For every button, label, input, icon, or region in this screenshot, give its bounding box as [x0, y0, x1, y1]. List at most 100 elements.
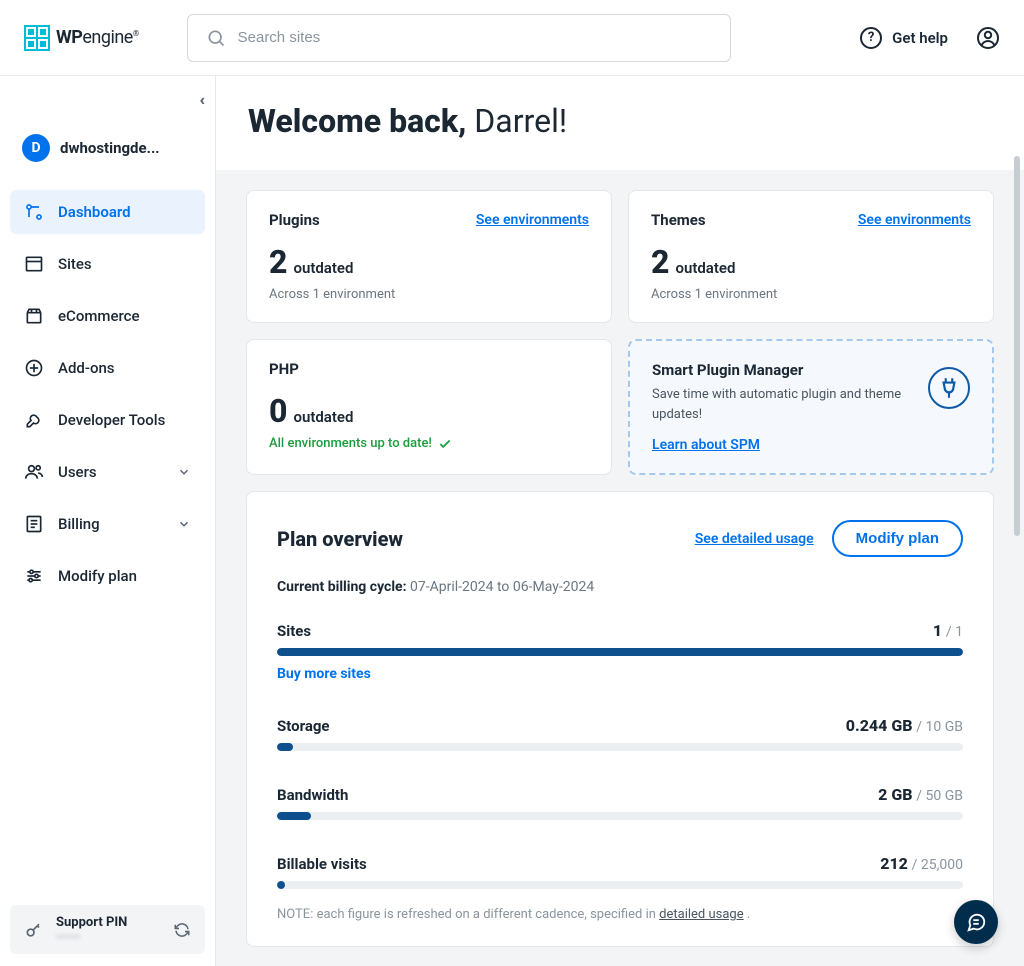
usage-row-visits: Billable visits 212 / 25,000 [277, 854, 963, 889]
logo[interactable]: WPengine® [24, 25, 139, 51]
usage-label: Storage [277, 717, 330, 735]
help-icon: ? [860, 27, 882, 49]
usage-row-bandwidth: Bandwidth 2 GB / 50 GB [277, 785, 963, 820]
key-icon [24, 920, 44, 940]
usage-label: Bandwidth [277, 786, 348, 804]
usage-row-storage: Storage 0.244 GB / 10 GB [277, 716, 963, 751]
metric-count: 0 [269, 392, 287, 430]
usage-note: NOTE: each figure is refreshed on a diff… [277, 907, 963, 922]
sidebar-item-label: Modify plan [58, 567, 137, 585]
modify-plan-button[interactable]: Modify plan [832, 520, 963, 557]
sidebar-item-label: Add-ons [58, 359, 115, 377]
detailed-usage-inline-link[interactable]: detailed usage [659, 907, 743, 922]
metric-sub: All environments up to date! [269, 436, 589, 451]
usage-value: 2 GB / 50 GB [878, 785, 963, 804]
logo-mark-icon [24, 25, 50, 51]
page-title: Welcome back, Darrel! [248, 102, 992, 140]
card-title: Themes [651, 211, 706, 229]
plugin-icon [928, 367, 970, 409]
profile-icon[interactable] [976, 26, 1000, 50]
check-icon [438, 437, 452, 451]
usage-bar-fill [277, 743, 293, 751]
buy-more-sites-link[interactable]: Buy more sites [277, 666, 963, 682]
welcome-prefix: Welcome back, [248, 102, 466, 140]
collapse-sidebar-icon[interactable]: ‹‹ [199, 90, 201, 109]
sidebar-item-users[interactable]: Users [10, 450, 205, 494]
account-name: dwhostingde... [60, 139, 160, 157]
header-right: ? Get help [860, 26, 1000, 50]
addons-icon [24, 358, 44, 378]
php-card: PHP 0 outdated All environments up to da… [246, 339, 612, 475]
learn-spm-link[interactable]: Learn about SPM [652, 437, 760, 453]
dashboard-icon [24, 202, 44, 222]
detailed-usage-link[interactable]: See detailed usage [695, 531, 814, 547]
get-help-link[interactable]: ? Get help [860, 27, 948, 49]
metric-sub: Across 1 environment [269, 287, 589, 302]
sidebar-item-billing[interactable]: Billing [10, 502, 205, 546]
sites-icon [24, 254, 44, 274]
refresh-icon[interactable] [173, 921, 191, 939]
usage-value: 0.244 GB / 10 GB [846, 716, 963, 735]
search-field[interactable] [187, 14, 731, 62]
usage-value: 1 / 1 [933, 621, 963, 640]
support-pin-label: Support PIN [56, 915, 127, 930]
usage-label: Billable visits [277, 855, 367, 873]
card-title: Plugins [269, 211, 320, 229]
sidebar-item-label: eCommerce [58, 307, 140, 325]
sidebar-item-label: Developer Tools [58, 411, 165, 429]
sidebar-item-label: Billing [58, 515, 100, 533]
plugins-card: Plugins See environments 2 outdated Acro… [246, 190, 612, 323]
sidebar-item-modify-plan[interactable]: Modify plan [10, 554, 205, 598]
support-pin-card[interactable]: Support PIN •••••• [10, 905, 205, 954]
sidebar-item-label: Sites [58, 255, 92, 273]
welcome-banner: Welcome back, Darrel! [216, 76, 1024, 170]
billing-icon [24, 514, 44, 534]
usage-bar [277, 648, 963, 656]
usage-bar-fill [277, 648, 963, 656]
usage-bar [277, 743, 963, 751]
plan-title: Plan overview [277, 527, 403, 551]
spm-desc: Save time with automatic plugin and them… [652, 385, 916, 424]
see-environments-link[interactable]: See environments [476, 212, 589, 228]
scrollbar-thumb[interactable] [1014, 156, 1020, 536]
modify-icon [24, 566, 44, 586]
welcome-name: Darrel! [474, 102, 567, 140]
sidebar-item-dashboard[interactable]: Dashboard [10, 190, 205, 234]
sidebar-item-label: Dashboard [58, 203, 131, 221]
usage-value: 212 / 25,000 [880, 854, 963, 873]
support-pin-value: •••••• [56, 930, 127, 944]
metric-status: outdated [293, 259, 353, 277]
usage-label: Sites [277, 622, 311, 640]
chat-button[interactable] [954, 900, 998, 944]
logo-text: WPengine® [56, 27, 139, 48]
ecommerce-icon [24, 306, 44, 326]
chevron-down-icon [177, 517, 191, 531]
sidebar-item-addons[interactable]: Add-ons [10, 346, 205, 390]
account-selector[interactable]: D dwhostingde... [10, 126, 205, 170]
see-environments-link[interactable]: See environments [858, 212, 971, 228]
plan-overview-card: Plan overview See detailed usage Modify … [246, 491, 994, 947]
metric-status: outdated [675, 259, 735, 277]
sidebar-item-devtools[interactable]: Developer Tools [10, 398, 205, 442]
top-header: WPengine® ? Get help [0, 0, 1024, 76]
usage-bar-fill [277, 881, 285, 889]
chat-icon [965, 911, 987, 933]
spm-title: Smart Plugin Manager [652, 361, 916, 379]
usage-bar [277, 812, 963, 820]
devtools-icon [24, 410, 44, 430]
sidebar-item-ecommerce[interactable]: eCommerce [10, 294, 205, 338]
account-avatar: D [22, 134, 50, 162]
chevron-down-icon [177, 465, 191, 479]
metric-sub: Across 1 environment [651, 287, 971, 302]
spm-card: Smart Plugin Manager Save time with auto… [628, 339, 994, 475]
metric-count: 2 [269, 243, 287, 281]
metric-count: 2 [651, 243, 669, 281]
search-input[interactable] [238, 29, 712, 46]
help-label: Get help [892, 29, 948, 47]
usage-row-sites: Sites 1 / 1 Buy more sites [277, 621, 963, 682]
card-title: PHP [269, 360, 299, 378]
sidebar-item-sites[interactable]: Sites [10, 242, 205, 286]
search-icon [206, 28, 226, 48]
sidebar-item-label: Users [58, 463, 97, 481]
sidebar: ‹‹ D dwhostingde... Dashboard Sites eCom… [0, 76, 216, 966]
